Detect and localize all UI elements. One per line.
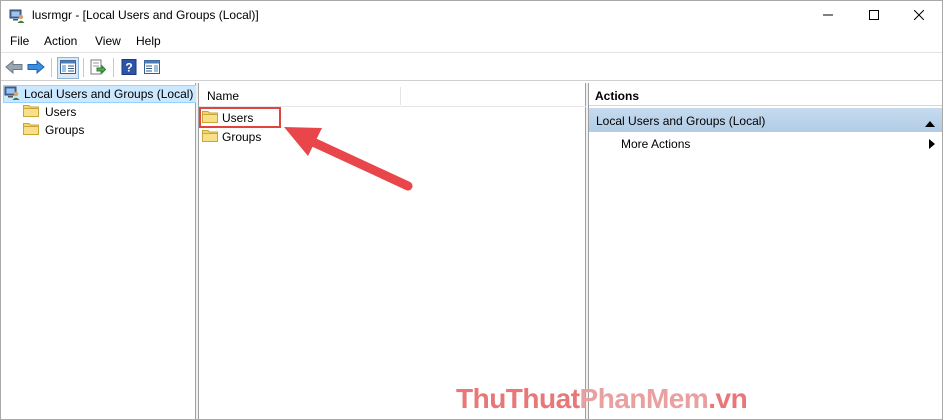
menu-view[interactable]: View: [95, 34, 121, 48]
folder-icon: [23, 122, 39, 138]
menu-help[interactable]: Help: [136, 34, 161, 48]
help-icon: ?: [121, 58, 137, 78]
console-tree-icon: [60, 59, 76, 77]
toolbar-separator: [113, 58, 114, 77]
tree-item-label: Groups: [45, 123, 85, 137]
close-icon: [913, 9, 925, 23]
maximize-button[interactable]: [851, 1, 897, 31]
computer-users-icon: [4, 85, 20, 104]
folder-icon: [23, 104, 39, 120]
svg-text:?: ?: [125, 60, 132, 74]
toolbar-separator: [83, 58, 84, 77]
watermark-logo: ThuThuatPhanMem.vn: [456, 383, 748, 415]
action-pane-icon: [144, 59, 160, 77]
back-arrow-icon: [5, 59, 23, 77]
folder-icon: [202, 129, 218, 145]
actions-section-label: Local Users and Groups (Local): [596, 114, 766, 128]
export-list-icon: [90, 59, 107, 78]
column-header-name[interactable]: Name: [207, 89, 239, 103]
maximize-icon: [869, 9, 879, 23]
show-hide-action-pane-button[interactable]: [141, 57, 163, 79]
title-bar[interactable]: lusrmgr - [Local Users and Groups (Local…: [1, 1, 942, 31]
column-divider[interactable]: [400, 87, 401, 105]
toolbar: ?: [1, 54, 942, 81]
console-tree-pane[interactable]: Local Users and Groups (Local) Users Gro…: [1, 83, 199, 419]
watermark-part: PhanMem: [579, 383, 709, 414]
tree-item-users[interactable]: Users: [23, 103, 76, 121]
show-hide-console-tree-button[interactable]: [57, 57, 79, 79]
tree-item-label: Local Users and Groups (Local): [24, 87, 194, 101]
highlight-annotation-box: [199, 107, 281, 128]
list-item-groups[interactable]: Groups: [202, 128, 261, 146]
back-button[interactable]: [3, 57, 25, 79]
export-list-button[interactable]: [87, 57, 109, 79]
forward-arrow-icon: [27, 59, 45, 77]
close-button[interactable]: [896, 1, 942, 31]
window-title: lusrmgr - [Local Users and Groups (Local…: [32, 8, 259, 22]
watermark-part: .vn: [708, 383, 748, 414]
menu-file[interactable]: File: [10, 34, 29, 48]
actions-section-local-users-and-groups[interactable]: Local Users and Groups (Local): [589, 108, 942, 132]
tree-item-label: Users: [45, 105, 77, 119]
menu-action[interactable]: Action: [44, 34, 77, 48]
collapse-up-icon[interactable]: [925, 116, 935, 130]
toolbar-separator: [51, 58, 52, 77]
list-item-label: Groups: [222, 130, 262, 144]
column-header: Name: [199, 83, 586, 107]
actions-title: Actions: [595, 89, 640, 103]
tree-item-local-users-and-groups[interactable]: Local Users and Groups (Local): [3, 85, 199, 104]
chevron-right-icon[interactable]: [929, 138, 935, 152]
help-button[interactable]: ?: [118, 57, 140, 79]
computer-users-icon: [9, 8, 25, 24]
more-actions-item[interactable]: More Actions: [621, 137, 690, 151]
menu-bar: File Action View Help: [1, 31, 942, 53]
watermark-part: ThuThuat: [456, 383, 580, 414]
actions-pane: Actions Local Users and Groups (Local) M…: [589, 83, 942, 419]
actions-header: Actions: [589, 83, 942, 106]
minimize-button[interactable]: [805, 1, 851, 31]
tree-item-groups[interactable]: Groups: [23, 121, 84, 139]
minimize-icon: [823, 9, 833, 23]
forward-button[interactable]: [25, 57, 47, 79]
red-arrow-annotation: [284, 127, 413, 191]
app-window: lusrmgr - [Local Users and Groups (Local…: [0, 0, 943, 420]
